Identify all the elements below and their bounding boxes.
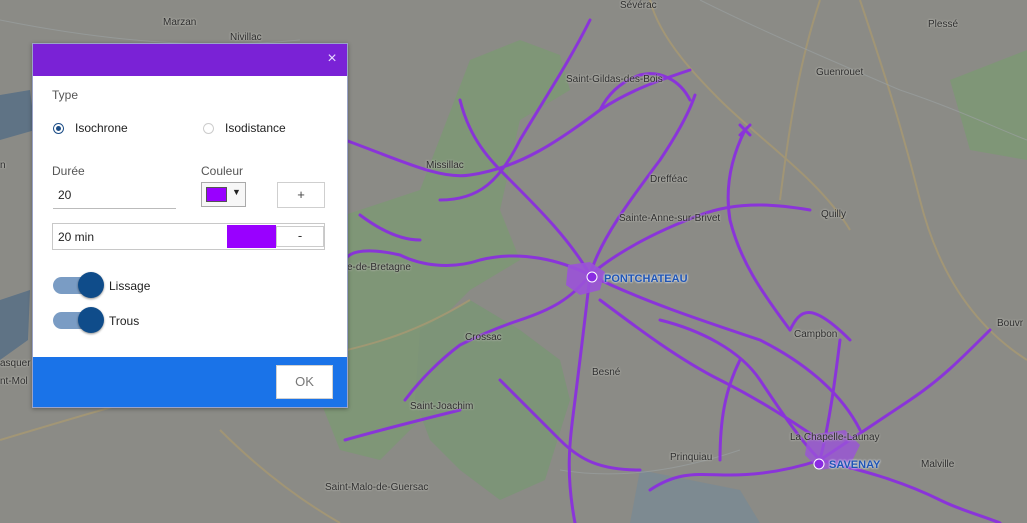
city-label-pontchateau: PONTCHATEAU — [604, 273, 688, 285]
place-label: Saint-Joachim — [410, 401, 474, 412]
entry-label: 20 min — [58, 230, 95, 244]
close-icon[interactable]: × — [323, 50, 341, 68]
entry-color-swatch — [227, 225, 276, 248]
place-label: asquer — [0, 358, 31, 369]
place-label: Sévérac — [620, 0, 657, 11]
add-button[interactable]: + — [277, 182, 325, 208]
place-label: Sainte-Anne-sur-Brivet — [619, 213, 721, 224]
isochrone-entry-row: 20 min - — [52, 223, 325, 250]
place-label: Bouvr — [997, 318, 1024, 329]
place-label: Drefféac — [650, 174, 688, 185]
place-label: Marzan — [163, 17, 197, 28]
toggle-trous-knob[interactable] — [78, 307, 104, 333]
place-label: Besné — [592, 367, 621, 378]
radio-isochrone-label[interactable]: Isochrone — [75, 121, 128, 135]
place-label: Quilly — [821, 209, 847, 220]
place-label: Malville — [921, 459, 955, 470]
place-label: Nivillac — [230, 32, 262, 43]
place-label: Prinquiau — [670, 452, 713, 463]
radio-isochrone[interactable] — [53, 123, 64, 134]
duration-input[interactable] — [53, 181, 176, 209]
place-label: Saint-Gildas-des-Bois — [566, 74, 663, 85]
place-label: Saint-Malo-de-Guersac — [325, 482, 429, 493]
remove-button[interactable]: - — [276, 226, 324, 247]
radio-isodistance-label[interactable]: Isodistance — [225, 121, 286, 135]
place-label: Crossac — [465, 332, 502, 343]
place-label: n — [0, 160, 6, 171]
ok-button[interactable]: OK — [276, 365, 333, 399]
toggle-lissage-knob[interactable] — [78, 272, 104, 298]
pontchateau-marker — [586, 271, 598, 283]
city-label-savenay: SAVENAY — [829, 459, 881, 471]
place-label: La Chapelle-Launay — [790, 432, 880, 443]
savenay-marker — [813, 458, 825, 470]
chevron-down-icon: ▼ — [232, 187, 241, 197]
dialog-footer: OK — [33, 357, 347, 407]
isochrone-dialog: × Type Isochrone Isodistance Durée Coule… — [32, 43, 348, 408]
duration-label: Durée — [52, 164, 85, 178]
dialog-header: × — [33, 44, 347, 76]
place-label: Missillac — [426, 160, 464, 171]
place-label: nt-Mol — [0, 376, 28, 387]
place-label: Campbon — [794, 329, 838, 340]
color-label: Couleur — [201, 164, 244, 178]
place-label: e-de-Bretagne — [347, 262, 411, 273]
color-swatch — [206, 187, 227, 202]
color-picker[interactable]: ▼ — [201, 182, 246, 207]
place-label: Guenrouet — [816, 67, 864, 78]
place-label: Plessé — [928, 19, 959, 30]
type-label: Type — [52, 88, 79, 102]
toggle-trous-label: Trous — [109, 314, 140, 328]
toggle-lissage-label: Lissage — [109, 279, 151, 293]
radio-isodistance[interactable] — [203, 123, 214, 134]
